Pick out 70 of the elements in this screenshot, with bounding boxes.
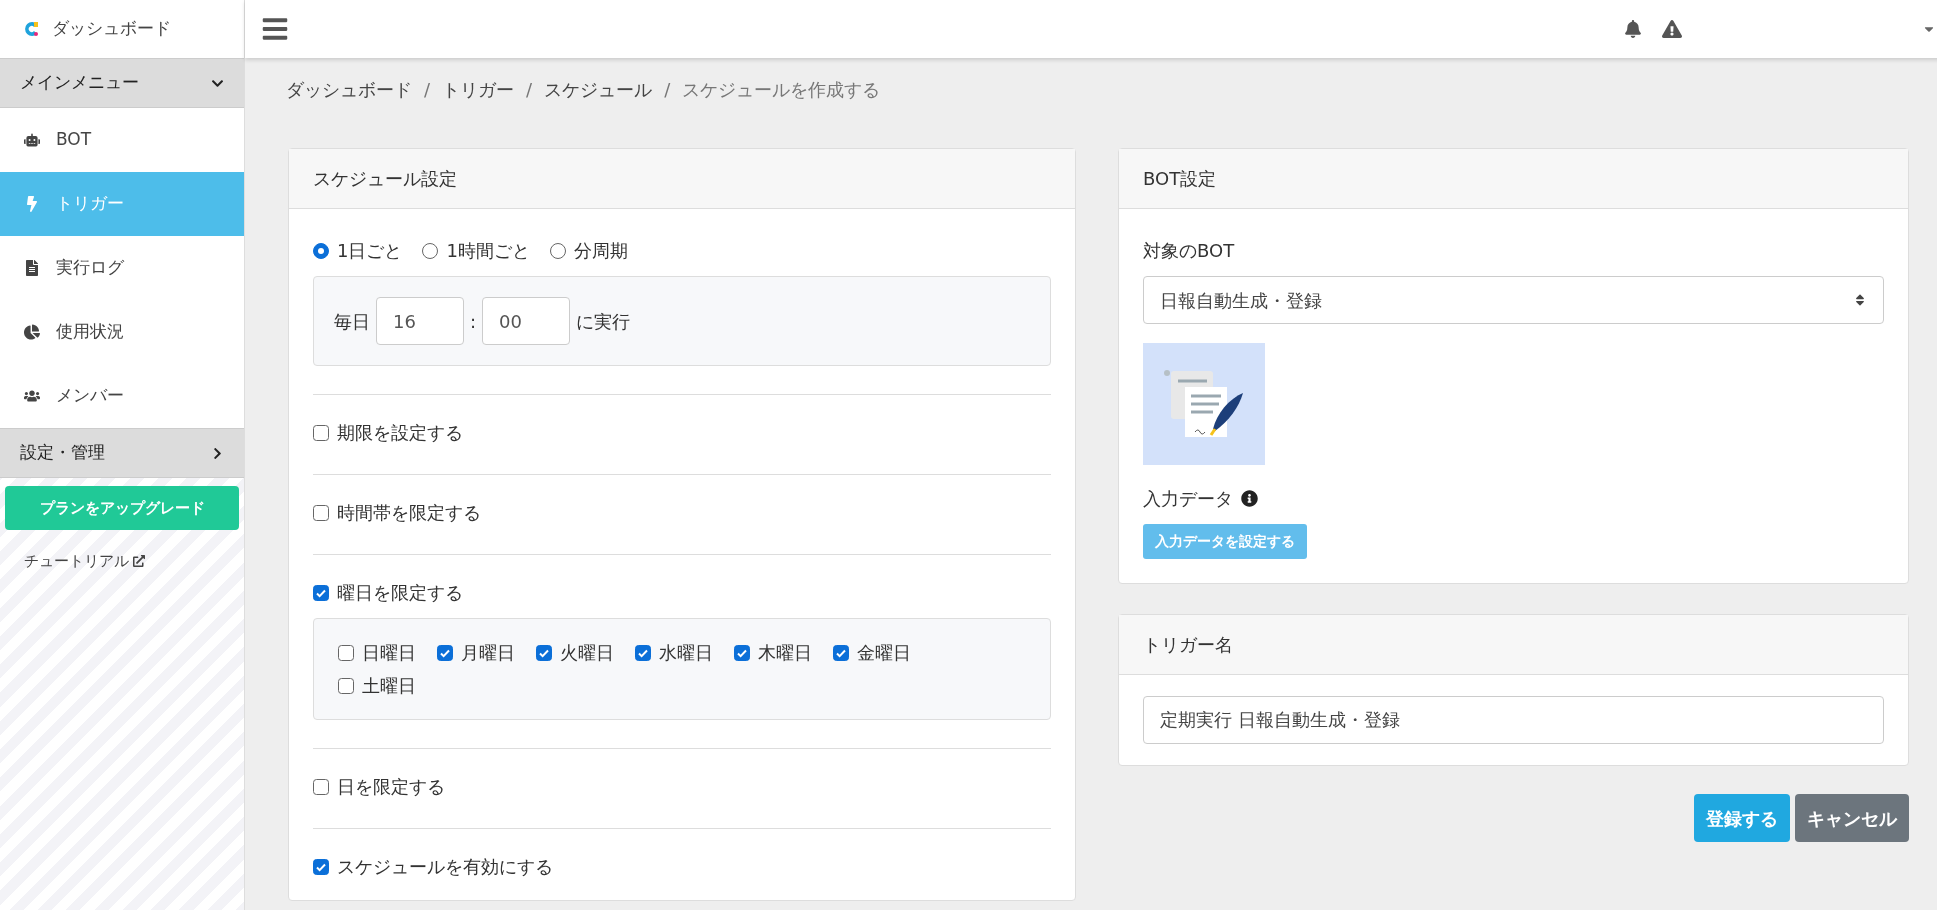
document-icon (24, 260, 40, 276)
breadcrumb-separator: / (526, 77, 533, 102)
breadcrumb-item[interactable]: スケジュール (544, 75, 653, 103)
menu-section-header[interactable]: 設定・管理 (0, 428, 244, 478)
field-prefix: 毎日 (334, 309, 370, 334)
weekday-label: 火曜日 (560, 641, 614, 665)
option-label: 期限を設定する (337, 421, 463, 445)
minute-input[interactable]: 00 (482, 297, 571, 345)
menu-section-header[interactable]: メインメニュー (0, 58, 244, 108)
breadcrumb-item[interactable]: ダッシュボード (286, 75, 412, 103)
checkbox[interactable] (338, 644, 354, 661)
robot-icon (24, 132, 40, 148)
card-title: トリガー名 (1143, 633, 1233, 657)
menu-icon[interactable] (261, 15, 289, 43)
cancel-button[interactable]: キャンセル (1795, 794, 1909, 842)
info-icon (1241, 490, 1258, 507)
field-label: 対象のBOT (1143, 240, 1235, 261)
radio-button[interactable] (549, 242, 566, 259)
chevron-right-icon (211, 446, 224, 460)
warning-icon[interactable] (1662, 19, 1682, 39)
weekday-label: 水曜日 (659, 641, 713, 665)
hour-input[interactable]: 16 (376, 297, 464, 345)
field-suffix: に実行 (576, 309, 631, 334)
checkbox[interactable] (635, 644, 651, 661)
pie-chart-icon (24, 324, 40, 340)
checkbox[interactable] (437, 644, 453, 661)
weekday-label: 土曜日 (362, 674, 416, 698)
card-title: BOT設定 (1143, 167, 1217, 191)
sidebar-item[interactable]: BOT (0, 108, 244, 172)
breadcrumb-item: スケジュールを作成する (682, 77, 881, 102)
weekday-label: 月曜日 (461, 641, 515, 665)
checkbox[interactable] (536, 644, 552, 661)
radio-button[interactable] (422, 242, 439, 259)
radio-label: 分周期 (573, 239, 628, 263)
option-label: 日を限定する (337, 775, 445, 799)
radio-button[interactable] (313, 242, 329, 259)
option-label: 曜日を限定する (337, 581, 463, 605)
checkbox[interactable] (338, 677, 354, 694)
sidebar-item[interactable]: メンバー (0, 364, 244, 428)
breadcrumb-separator: / (424, 77, 431, 102)
option-label: スケジュールを有効にする (337, 855, 553, 879)
breadcrumb-separator: / (664, 77, 671, 102)
trigger-name-input[interactable]: 定期実行 日報自動生成・登録 (1143, 696, 1884, 744)
bell-icon[interactable] (1624, 20, 1642, 38)
weekday-label: 木曜日 (758, 641, 812, 665)
sidebar-item[interactable]: 実行ログ (0, 236, 244, 300)
checkbox[interactable] (313, 424, 329, 441)
checkbox[interactable] (313, 504, 329, 521)
bolt-icon (24, 196, 40, 212)
time-separator: : (470, 309, 477, 334)
logo-icon (24, 21, 40, 37)
field-label: 入力データ (1143, 487, 1233, 511)
card-title: スケジュール設定 (313, 167, 457, 191)
sidebar-item[interactable]: 使用状況 (0, 300, 244, 364)
external-link-icon (133, 555, 145, 568)
users-icon (24, 388, 40, 404)
sort-icon (1853, 293, 1867, 307)
weekday-label: 日曜日 (362, 641, 416, 665)
checkbox[interactable] (833, 644, 849, 661)
checkbox[interactable] (734, 644, 750, 661)
checkbox[interactable] (313, 778, 329, 795)
tutorial-link[interactable]: チュートリアル (24, 550, 129, 573)
radio-label: 1日ごと (337, 239, 403, 263)
radio-label: 1時間ごと (446, 239, 530, 263)
bot-select[interactable]: 日報自動生成・登録 (1143, 276, 1884, 324)
checkbox[interactable] (313, 858, 329, 875)
option-label: 時間帯を限定する (337, 501, 481, 525)
checkbox[interactable] (313, 584, 329, 601)
breadcrumb-item[interactable]: トリガー (442, 75, 515, 103)
weekday-label: 金曜日 (857, 641, 911, 665)
